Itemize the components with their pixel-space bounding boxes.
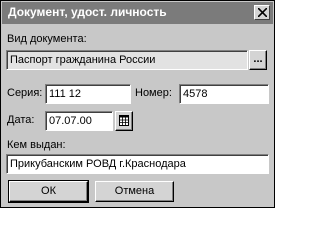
issued-by-field[interactable]: Прикубанским РОВД г.Краснодара bbox=[6, 154, 269, 174]
issued-by-label: Кем выдан: bbox=[7, 139, 66, 151]
series-field[interactable]: 111 12 bbox=[45, 84, 131, 104]
close-icon bbox=[258, 8, 267, 17]
date-picker-button[interactable] bbox=[115, 111, 133, 131]
number-label: Номер: bbox=[135, 87, 172, 99]
series-label: Серия: bbox=[7, 87, 43, 99]
doc-type-field[interactable]: Паспорт гражданина России bbox=[6, 50, 248, 70]
dialog-window: Документ, удост. личность Вид документа:… bbox=[0, 0, 275, 208]
number-field[interactable]: 4578 bbox=[179, 84, 269, 104]
date-label: Дата: bbox=[7, 114, 35, 126]
close-button[interactable] bbox=[254, 5, 270, 20]
title-bar[interactable]: Документ, удост. личность bbox=[2, 2, 273, 24]
ok-button[interactable]: ОК bbox=[8, 180, 89, 203]
window-title: Документ, удост. личность bbox=[8, 5, 167, 19]
cancel-button[interactable]: Отмена bbox=[95, 181, 174, 202]
doc-type-label: Вид документа: bbox=[7, 33, 87, 45]
calendar-icon bbox=[119, 115, 129, 126]
doc-type-browse-button[interactable]: ... bbox=[249, 50, 267, 70]
date-field[interactable]: 07.07.00 bbox=[45, 111, 113, 131]
